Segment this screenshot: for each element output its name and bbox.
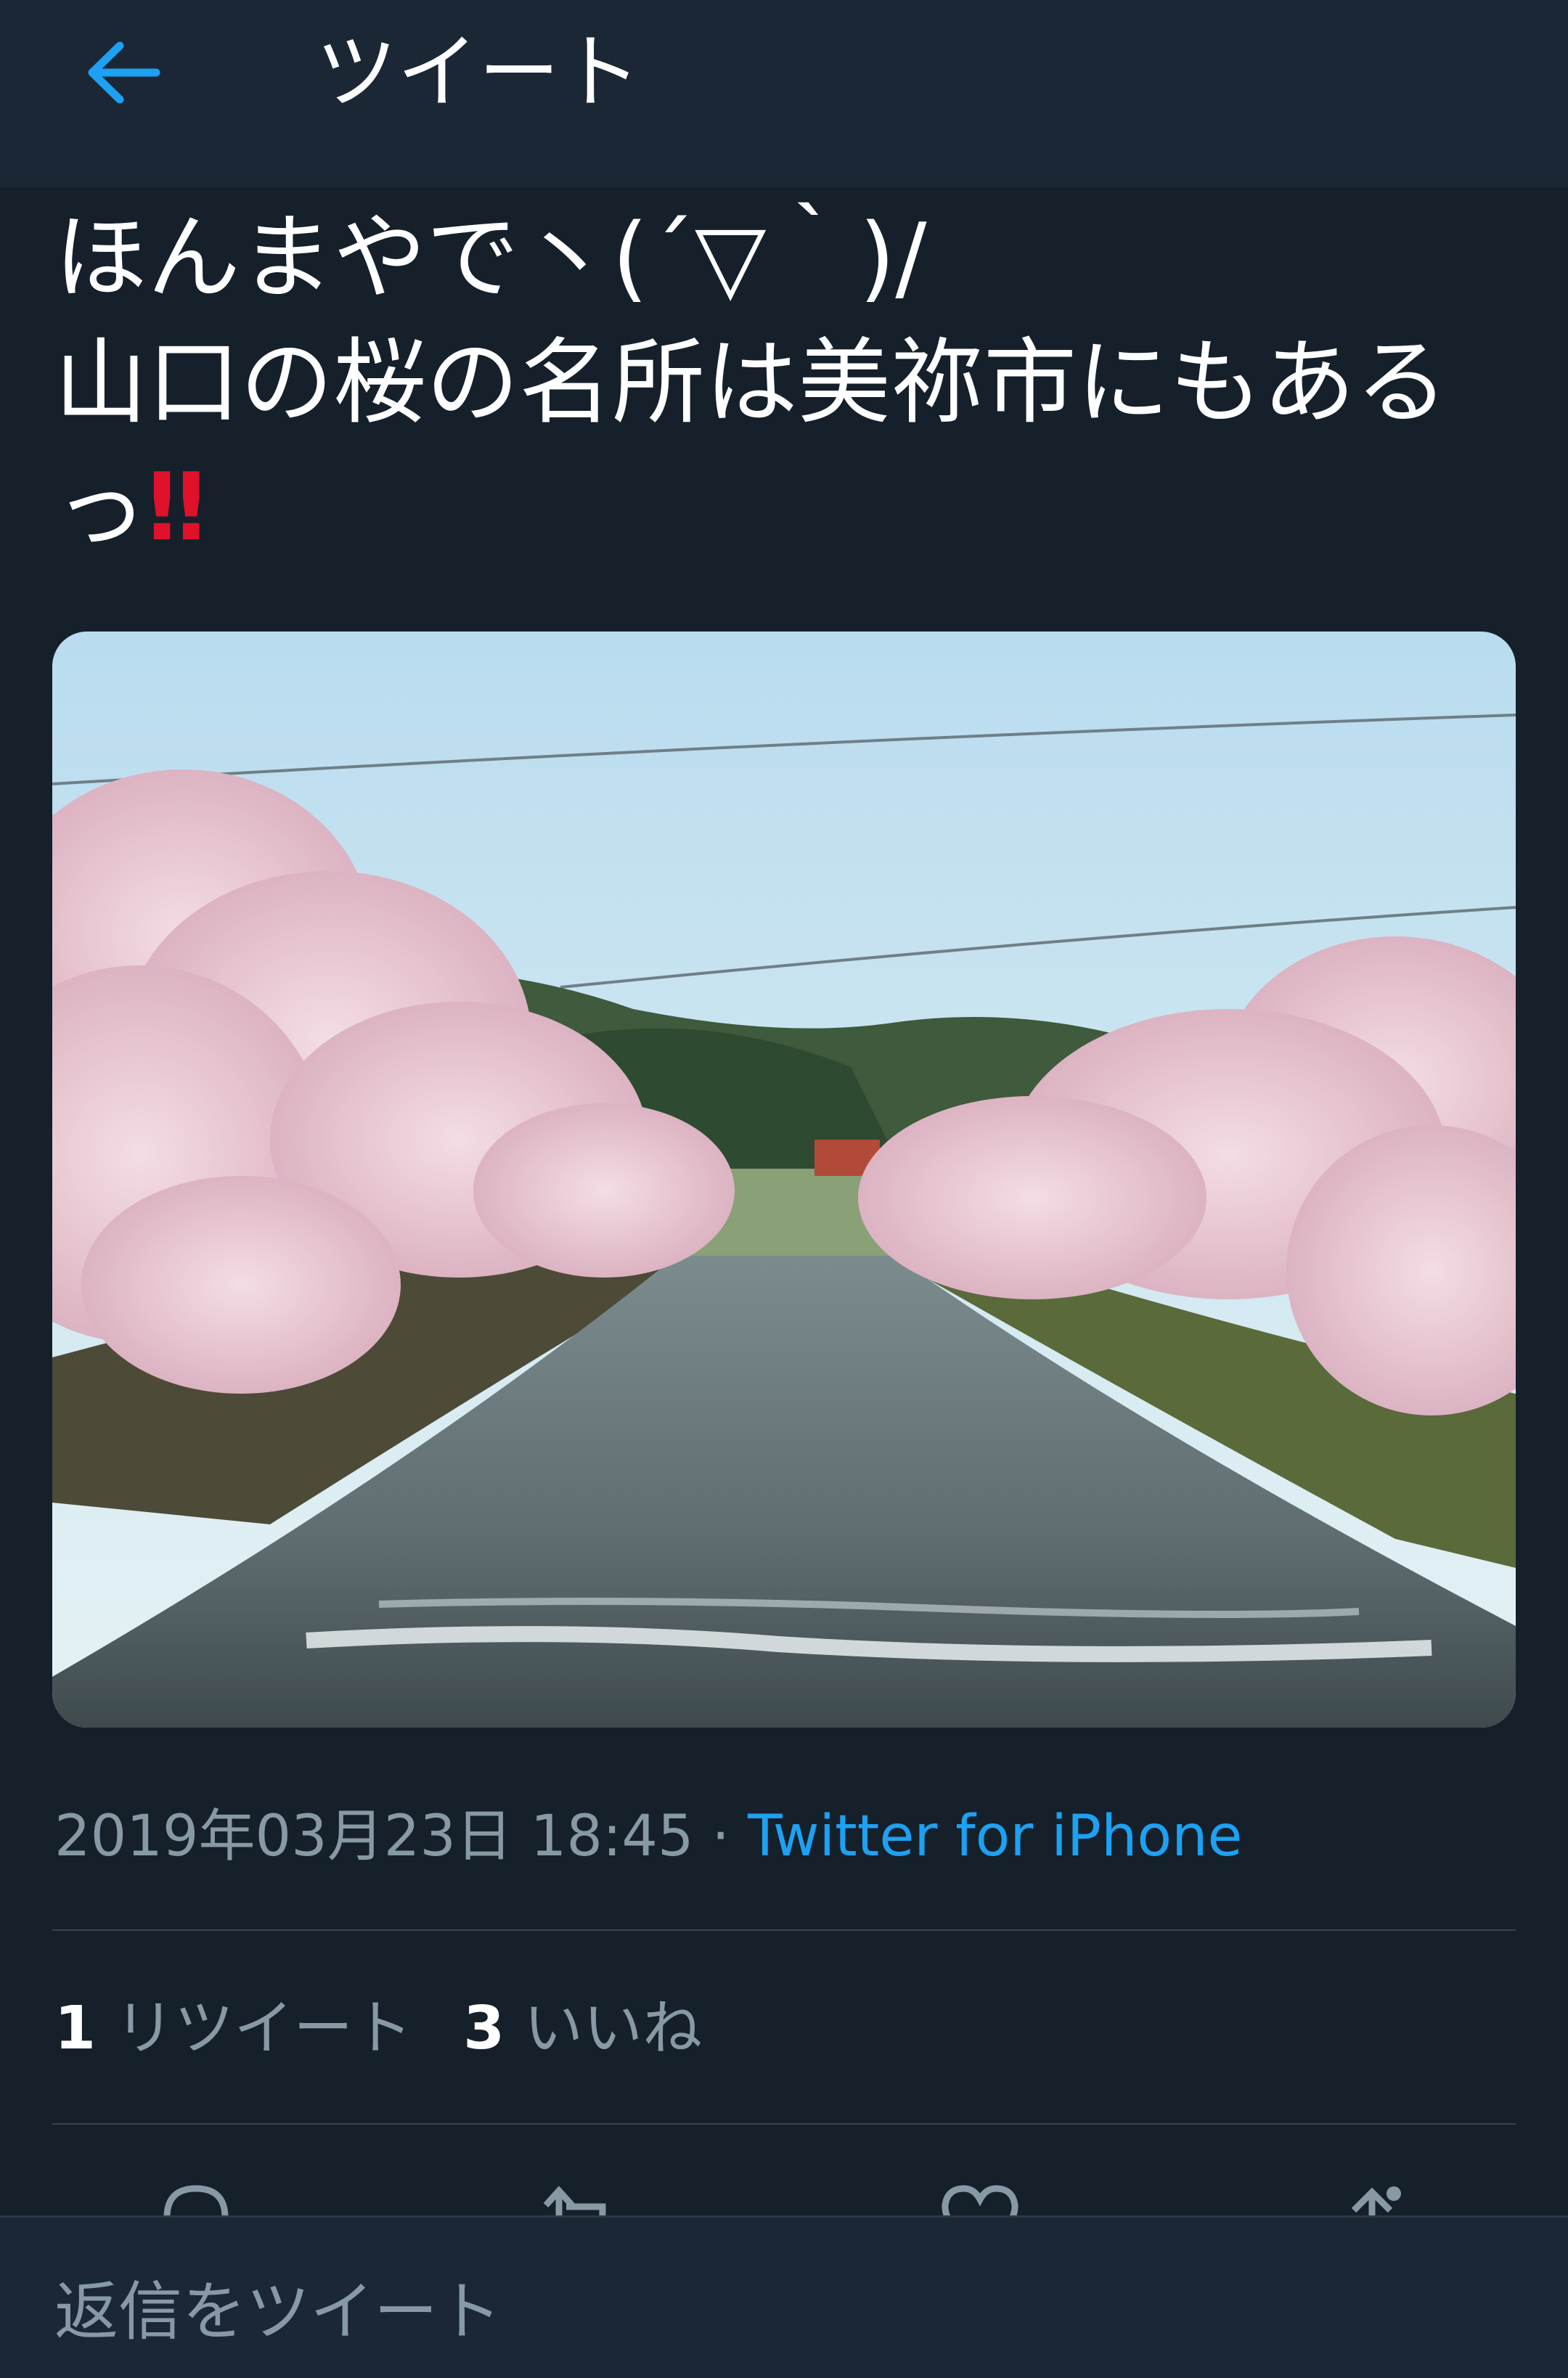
engagement-counts: 1 リツイート 3 いいね (54, 1985, 753, 2072)
divider (52, 1929, 1516, 1931)
heart-icon (942, 2185, 1018, 2221)
share-button[interactable] (1328, 2178, 1416, 2221)
reply-icon (163, 2185, 229, 2221)
cherry-blossom-river-image (52, 632, 1516, 1728)
retweet-label: リツイート (115, 1994, 413, 2063)
top-bar: ツイート (0, 0, 1568, 187)
tweet-photo[interactable] (52, 632, 1516, 1728)
divider (52, 2123, 1516, 2125)
share-icon (1351, 2186, 1401, 2221)
retweet-button[interactable] (537, 2178, 624, 2221)
tweet-text-line-2: 山口の桜の名所は美祢市にもある (54, 329, 1449, 437)
like-button[interactable] (936, 2178, 1024, 2221)
back-button[interactable] (73, 22, 174, 123)
retweet-count-link[interactable]: 1 リツイート (54, 1985, 412, 2072)
meta-separator: · (693, 1804, 748, 1869)
source-link[interactable]: Twitter for iPhone (748, 1804, 1243, 1869)
like-count-link[interactable]: 3 いいね (463, 1985, 702, 2072)
tweet-meta: 2019年03月23日 18:45 · Twitter for iPhone (54, 1793, 1243, 1880)
arrow-left-icon (88, 41, 160, 104)
tweet-text: ほんまやで丶(´▽｀)/ 山口の桜の名所は美祢市にもある っ‼ (54, 196, 1521, 571)
tweet-actions (0, 2178, 1568, 2221)
reply-button[interactable] (152, 2178, 240, 2221)
like-label: いいね (523, 1994, 703, 2063)
double-exclamation-emoji: ‼ (147, 454, 206, 562)
page-title: ツイート (316, 25, 641, 120)
timestamp: 2019年03月23日 18:45 (54, 1804, 694, 1869)
tweet-text-line-3: っ (54, 454, 148, 562)
reply-input[interactable]: 返信をツイート (54, 2268, 502, 2355)
retweet-count: 1 (54, 1994, 97, 2063)
like-count: 3 (463, 1994, 505, 2063)
retweet-icon (543, 2186, 606, 2221)
tweet-text-line-1: ほんまやで丶(´▽｀)/ (54, 204, 927, 312)
reply-bar: 返信をツイート (0, 2215, 1568, 2378)
